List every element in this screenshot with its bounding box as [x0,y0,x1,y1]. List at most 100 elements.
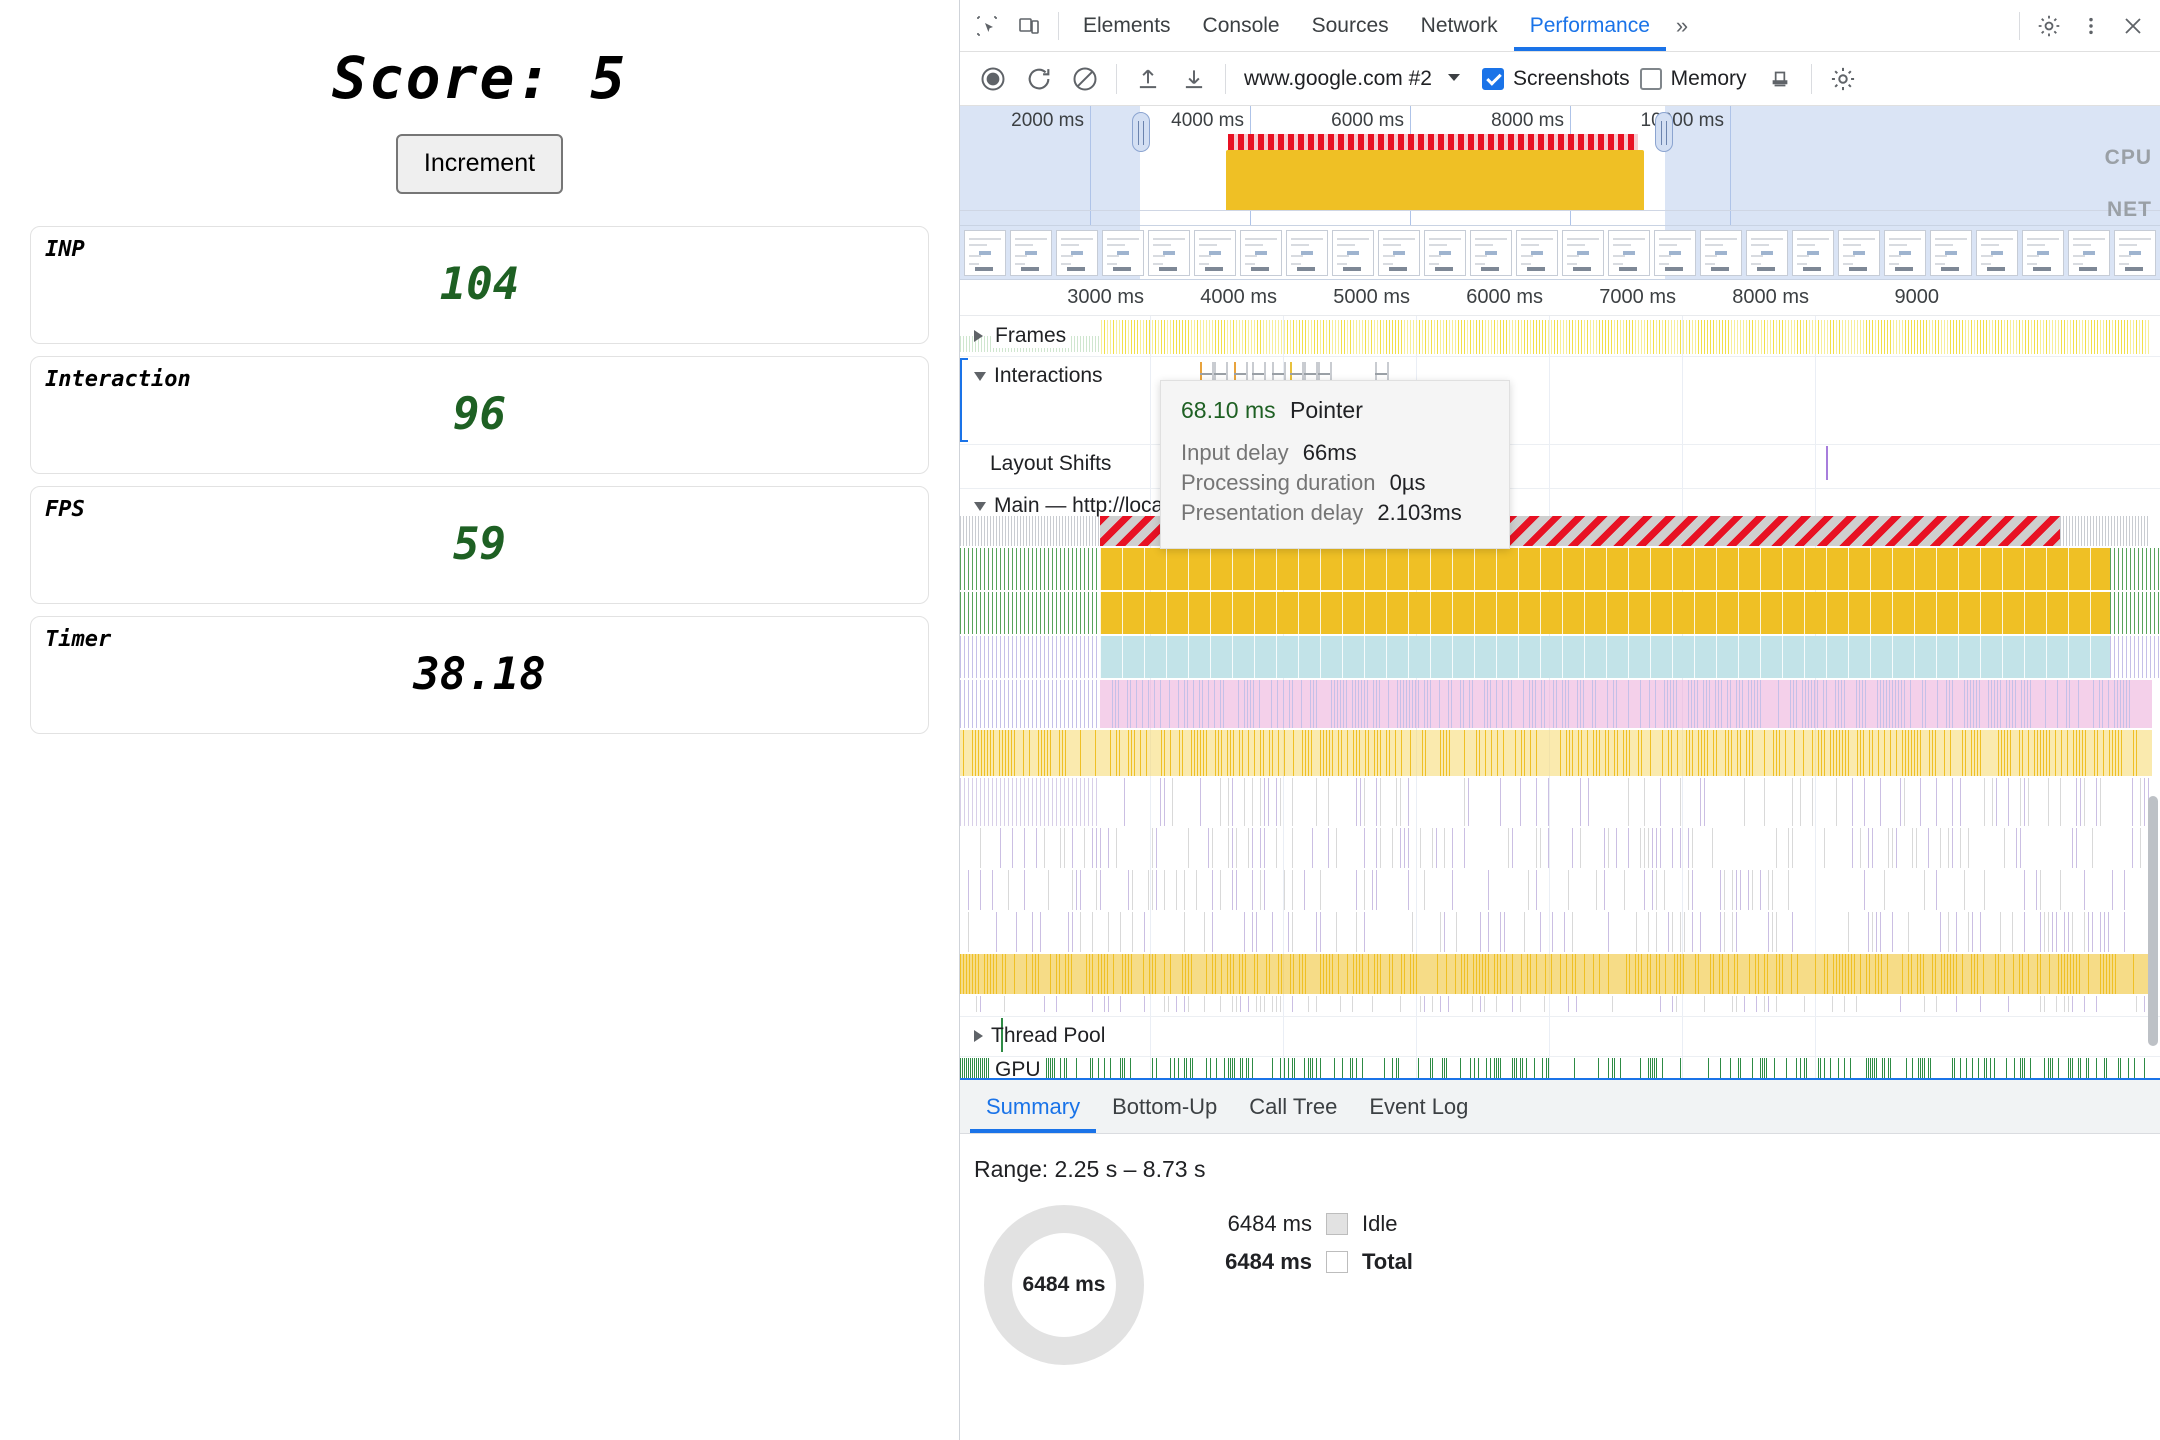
inspect-element-icon[interactable] [966,6,1008,46]
metric-card-interaction: Interaction 96 [30,355,929,474]
filmstrip-thumbnail[interactable] [2114,230,2156,276]
metric-value: 104 [439,258,520,310]
track-header-layout-shifts[interactable]: Layout Shifts [960,452,1111,476]
tooltip-header: 68.10 ms Pointer [1181,397,1489,424]
tooltip-row-value: 66ms [1302,440,1357,465]
track-header-frames[interactable]: Frames [960,324,1071,348]
legend-row-idle[interactable]: 6484 ms Idle [1192,1211,1413,1237]
filmstrip-thumbnail[interactable] [2022,230,2064,276]
flame-tick: 7000 ms [1599,286,1676,308]
filmstrip-thumbnail[interactable] [1562,230,1604,276]
test-page-pane: Score: 5 Increment INP 104 Interaction 9… [0,0,960,1440]
tooltip-row-label: Input delay [1181,440,1289,465]
tooltip-row-label: Processing duration [1181,470,1376,495]
filmstrip-thumbnail[interactable] [1010,230,1052,276]
device-toolbar-icon[interactable] [1008,6,1050,46]
summary-chart: 6484 ms 6484 ms Idle 6484 ms Total [960,1183,2160,1365]
summary-legend: 6484 ms Idle 6484 ms Total [1192,1205,1413,1365]
tab-event-log[interactable]: Event Log [1353,1081,1484,1133]
tab-performance[interactable]: Performance [1514,1,1666,51]
chevron-down-icon [1446,67,1462,91]
profile-select[interactable]: www.google.com #2 [1234,63,1472,95]
save-profile-icon[interactable] [1171,56,1217,102]
filmstrip-thumbnail[interactable] [1838,230,1880,276]
tab-summary[interactable]: Summary [970,1081,1096,1133]
metric-value: 96 [453,388,506,440]
close-icon[interactable] [2112,6,2154,46]
layout-shift-marker[interactable] [1826,446,1828,480]
filmstrip-thumbnail[interactable] [1700,230,1742,276]
overview-tick: 2000 ms [1011,110,1084,131]
overview-window-handle-right[interactable] [1655,112,1673,152]
filmstrip-thumbnail[interactable] [1654,230,1696,276]
filmstrip-thumbnail[interactable] [1056,230,1098,276]
screenshot-filmstrip[interactable] [960,226,2160,280]
increment-button-wrap: Increment [0,134,959,194]
filmstrip-thumbnail[interactable] [1378,230,1420,276]
filmstrip-thumbnail[interactable] [1884,230,1926,276]
memory-checkbox[interactable]: Memory [1639,67,1747,91]
flame-tracks[interactable]: Frames Interactions Layout Shifts Main —… [960,316,2160,1078]
filmstrip-thumbnail[interactable] [964,230,1006,276]
selected-track-bracket [960,358,968,442]
flame-vertical-scrollbar[interactable] [2148,796,2158,1046]
chevron-right-icon [974,1030,983,1042]
filmstrip-thumbnail[interactable] [1102,230,1144,276]
gear-icon[interactable] [2028,6,2070,46]
capture-settings-gear-icon[interactable] [1820,56,1866,102]
more-tabs-icon[interactable]: » [1666,13,1698,39]
tab-sources[interactable]: Sources [1296,1,1405,51]
flame-chart-pane[interactable]: 3000 ms 4000 ms 5000 ms 6000 ms 7000 ms … [960,280,2160,1080]
collect-garbage-icon[interactable] [1757,56,1803,102]
track-separator [960,1016,2160,1017]
metric-card-fps: FPS 59 [30,485,929,604]
load-profile-icon[interactable] [1125,56,1171,102]
tab-bottom-up[interactable]: Bottom-Up [1096,1081,1233,1133]
legend-time: 6484 ms [1227,1211,1312,1236]
reload-and-record-icon[interactable] [1016,56,1062,102]
overview-window-handle-left[interactable] [1132,112,1150,152]
tab-network[interactable]: Network [1405,1,1514,51]
tab-console[interactable]: Console [1187,1,1296,51]
toolbar-divider-right [2019,11,2020,40]
filmstrip-thumbnail[interactable] [2068,230,2110,276]
filmstrip-thumbnail[interactable] [1792,230,1834,276]
flame-ruler: 3000 ms 4000 ms 5000 ms 6000 ms 7000 ms … [960,280,2160,316]
increment-button[interactable]: Increment [395,134,564,194]
track-separator [960,1056,2160,1057]
overview-net-baseline [960,210,2160,211]
summary-donut-chart[interactable]: 6484 ms [984,1205,1144,1365]
track-header-thread-pool[interactable]: Thread Pool [960,1024,1105,1048]
filmstrip-thumbnail[interactable] [1240,230,1282,276]
track-header-gpu: GPU [960,1058,1046,1078]
filmstrip-thumbnail[interactable] [1608,230,1650,276]
legend-label: Total [1362,1249,1413,1274]
track-label-text: Thread Pool [991,1024,1106,1047]
filmstrip-thumbnail[interactable] [1746,230,1788,276]
tab-elements[interactable]: Elements [1067,1,1187,51]
record-icon[interactable] [970,56,1016,102]
clear-recording-icon[interactable] [1062,56,1108,102]
filmstrip-thumbnail[interactable] [1424,230,1466,276]
event-tooltip: 68.10 ms Pointer Input delay 66ms Proces… [1160,380,1510,549]
track-header-interactions[interactable]: Interactions [960,364,1103,388]
filmstrip-thumbnail[interactable] [1194,230,1236,276]
tooltip-row-processing-duration: Processing duration 0µs [1181,470,1489,496]
timeline-overview[interactable]: 2000 ms 4000 ms 6000 ms 8000 ms 10000 ms… [960,106,2160,226]
screenshots-checkbox[interactable]: Screenshots [1481,67,1630,91]
screen-root: Score: 5 Increment INP 104 Interaction 9… [0,0,2160,1440]
filmstrip-thumbnail[interactable] [1516,230,1558,276]
legend-row-total[interactable]: 6484 ms Total [1192,1249,1413,1275]
filmstrip-thumbnail[interactable] [1148,230,1190,276]
filmstrip-thumbnail[interactable] [1470,230,1512,276]
filmstrip-thumbnail[interactable] [1332,230,1374,276]
tab-call-tree[interactable]: Call Tree [1233,1081,1353,1133]
filmstrip-thumbnail[interactable] [1930,230,1972,276]
overview-tick: 4000 ms [1171,110,1244,131]
flame-tick: 9000 [1894,286,1940,308]
flame-tick: 4000 ms [1200,286,1277,308]
filmstrip-thumbnail[interactable] [1976,230,2018,276]
tooltip-duration: 68.10 ms [1181,397,1276,423]
more-options-icon[interactable] [2070,6,2112,46]
filmstrip-thumbnail[interactable] [1286,230,1328,276]
